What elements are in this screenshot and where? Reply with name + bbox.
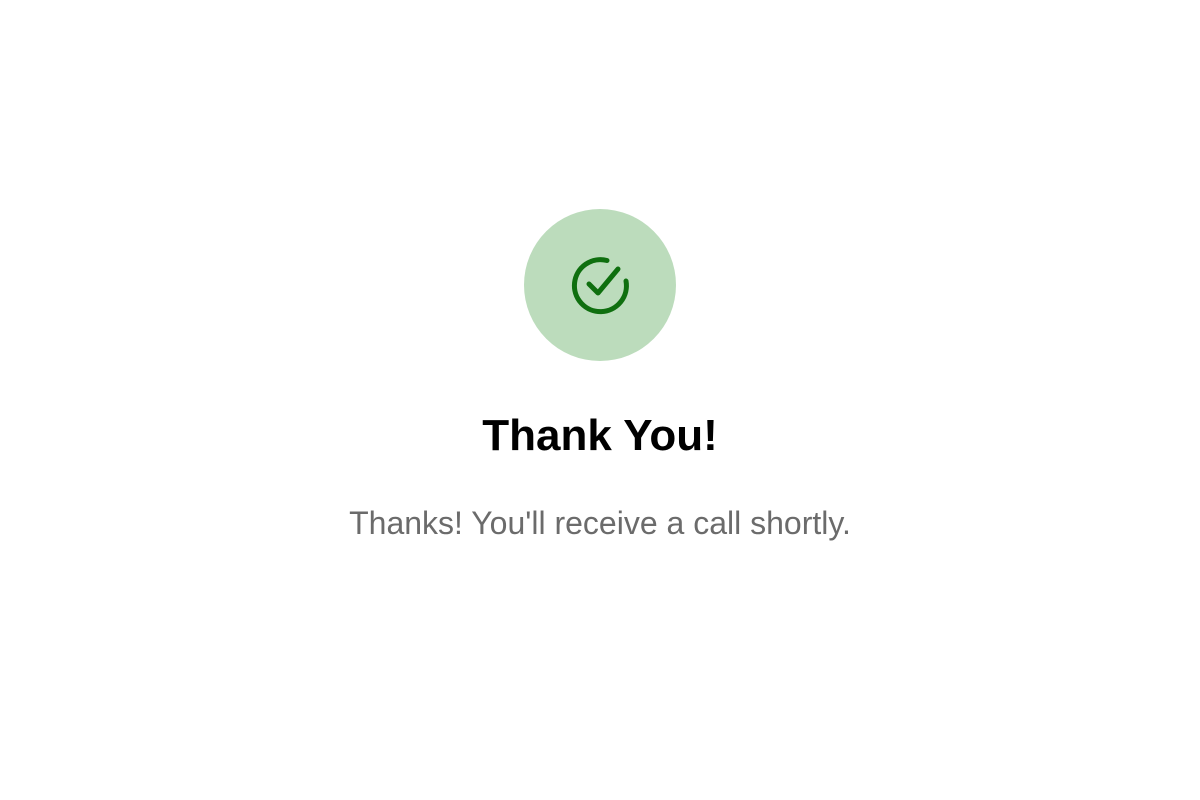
confirmation-content: Thank You! Thanks! You'll receive a call… <box>0 0 1200 800</box>
page-title: Thank You! <box>482 411 718 460</box>
check-circle-icon <box>571 257 629 315</box>
confirmation-message: Thanks! You'll receive a call shortly. <box>349 505 851 541</box>
confirmation-page: Thank You! Thanks! You'll receive a call… <box>0 0 1200 800</box>
success-icon-badge <box>524 209 676 361</box>
